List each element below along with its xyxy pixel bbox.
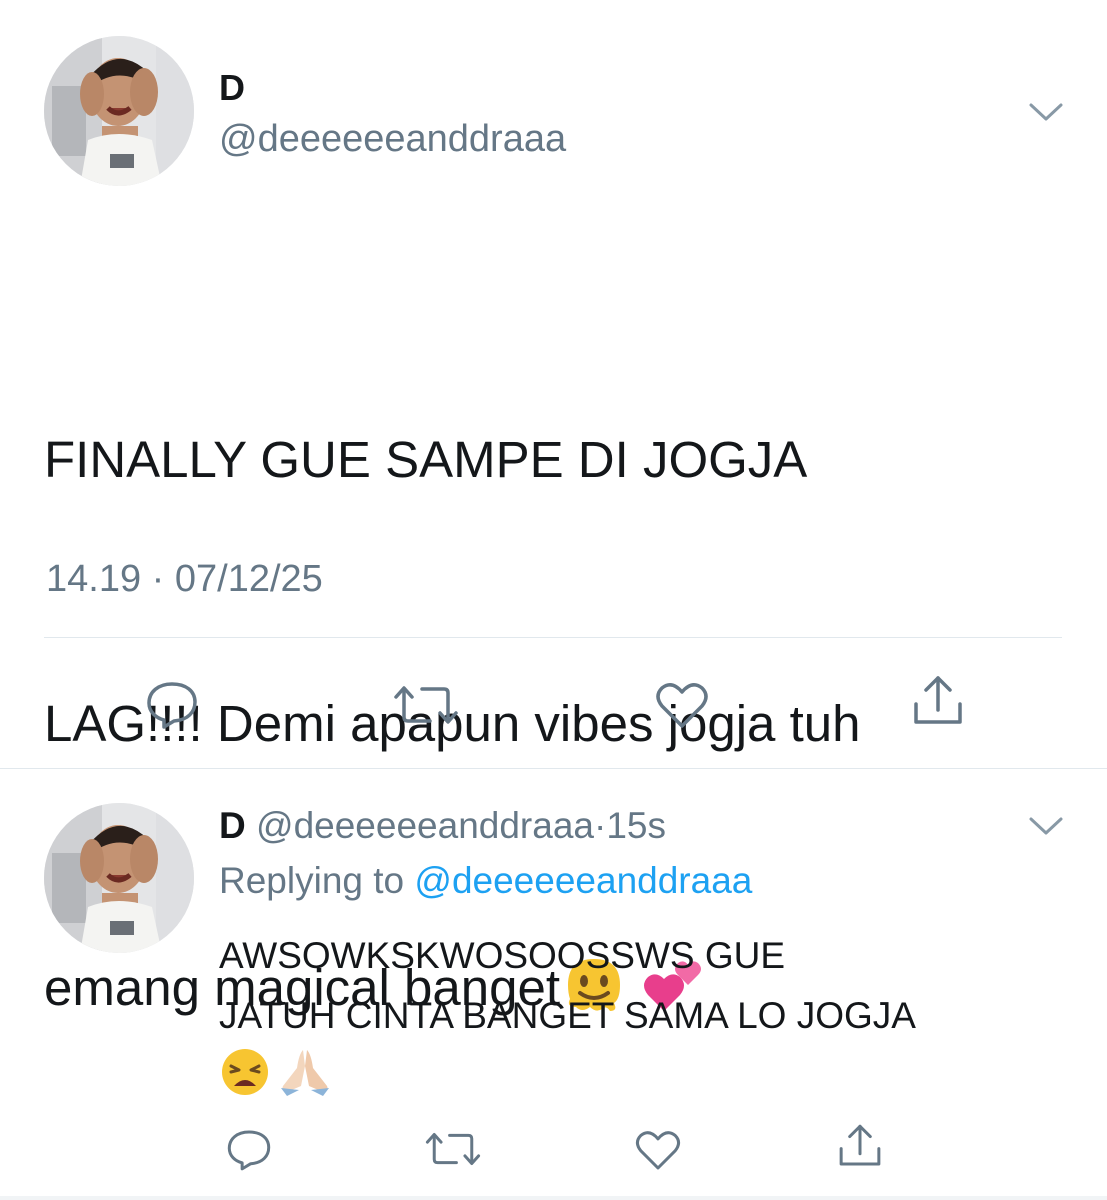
reply-header: D @deeeeeeanddraaa·15s [219,803,666,849]
tweet-text-line: JATUH CINTA BANGET SAMA LO JOGJA [219,995,916,1036]
replying-to: Replying to @deeeeeeanddraaa [219,858,752,904]
avatar[interactable] [44,803,194,953]
separator-dot: · [593,805,607,846]
avatar-photo [44,36,194,186]
like-icon[interactable] [654,680,710,730]
divider [44,637,1062,638]
replying-label: Replying to [219,860,405,901]
author-handle[interactable]: @deeeeeeanddraaa [219,116,566,162]
like-icon[interactable] [634,1128,682,1172]
tweet-timestamp: 14.19 · 07/12/25 [46,558,323,600]
tweet-text-line: AWSOWKSKWOSOOSSWS GUE [219,935,786,976]
retweet-icon[interactable] [392,683,460,727]
reply-icon[interactable] [144,680,200,730]
chevron-down-icon[interactable] [1028,814,1064,838]
time-ago: 15s [606,805,666,846]
emoji-line [219,1046,1079,1106]
chevron-down-icon[interactable] [1028,100,1064,124]
replying-handle-link[interactable]: @deeeeeeanddraaa [414,860,752,901]
retweet-icon[interactable] [424,1130,482,1168]
main-tweet: D @deeeeeeanddraaa FINALLY GUE SAMPE DI … [0,0,1107,1016]
folded-hands-emoji [277,1046,333,1116]
tweet-text: AWSOWKSKWOSOOSSWS GUE JATUH CINTA BANGET… [219,926,1079,1106]
tweet-thread: D @deeeeeeanddraaa FINALLY GUE SAMPE DI … [0,0,1107,1200]
share-icon[interactable] [836,1122,884,1170]
divider [0,1196,1107,1200]
author-name[interactable]: D [219,805,246,846]
tweet-text-line: FINALLY GUE SAMPE DI JOGJA [44,431,808,488]
reply-icon[interactable] [225,1128,273,1172]
author-handle[interactable]: @deeeeeeanddraaa [256,805,594,846]
divider [0,768,1107,769]
avatar-photo [44,803,194,953]
author-name[interactable]: D [219,66,245,110]
share-icon[interactable] [910,674,966,728]
weary-face-emoji [219,1046,271,1116]
avatar[interactable] [44,36,194,186]
